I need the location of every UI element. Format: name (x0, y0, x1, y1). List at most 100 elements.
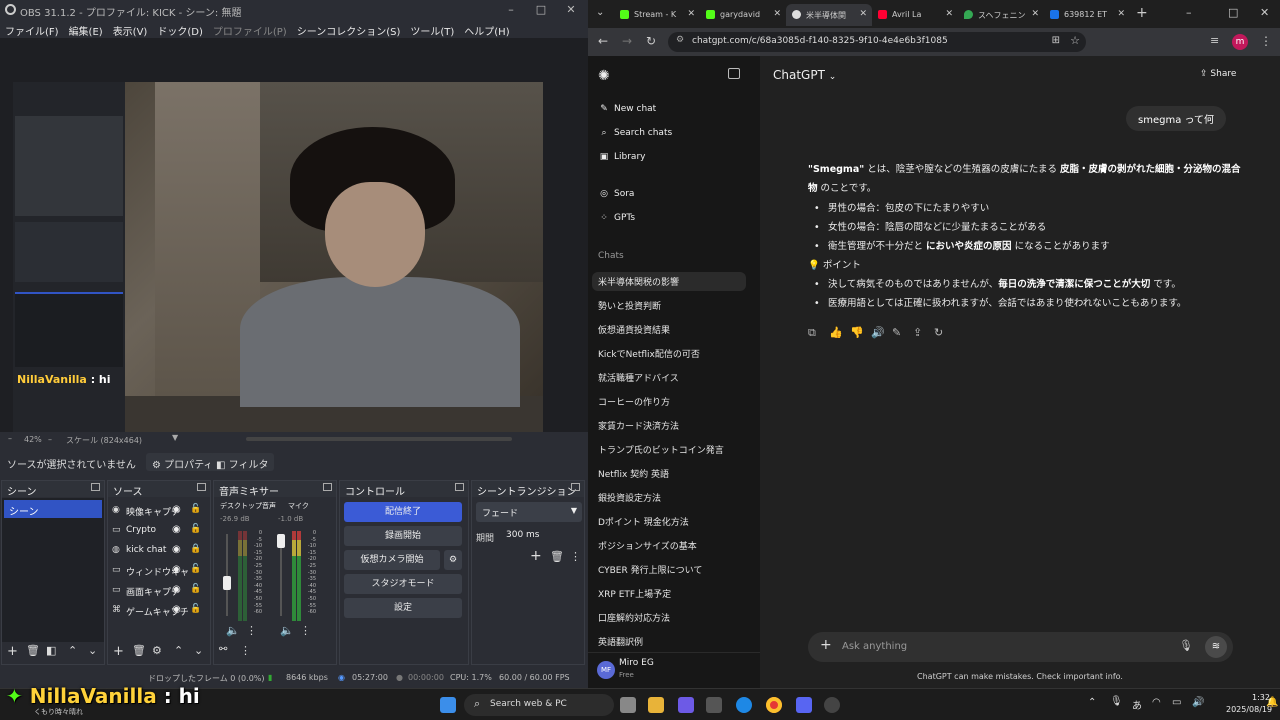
thumbs-up-icon[interactable]: 👍 (829, 326, 843, 339)
chat-history-item[interactable]: CYBER 発行上限について (598, 563, 748, 576)
volume-icon[interactable]: 🔊 (1192, 697, 1204, 708)
openai-logo-icon[interactable]: ✺ (598, 68, 610, 84)
obs-taskbar-icon[interactable] (824, 697, 840, 713)
up-icon[interactable]: ⌃ (174, 644, 183, 657)
model-selector[interactable]: ChatGPT ⌄ (773, 68, 836, 82)
prompt-input[interactable]: Ask anything (842, 641, 907, 652)
eye-icon[interactable]: ◉ (172, 584, 181, 595)
browser-tab[interactable]: スヘフェニン ✕ (958, 4, 1044, 26)
minimize-icon[interactable]: – (500, 2, 522, 18)
dock-undock-icon[interactable] (455, 483, 464, 491)
source-row[interactable]: ▭ ウィンドウキャ ◉ 🔓 (110, 562, 206, 580)
ime-icon[interactable]: あ (1132, 697, 1142, 712)
chat-history-item[interactable]: 勢いと投資判断 (598, 299, 748, 312)
edge-icon[interactable] (736, 697, 752, 713)
discord-icon[interactable] (796, 697, 812, 713)
trash-icon[interactable]: 🗑 (132, 644, 146, 657)
eye-icon[interactable]: ◉ (172, 604, 181, 615)
down-icon[interactable]: ⌄ (88, 644, 97, 657)
chat-history-item[interactable]: 銀投資設定方法 (598, 491, 748, 504)
add-attachment-icon[interactable]: + (820, 637, 832, 653)
eye-icon[interactable]: ◉ (172, 504, 181, 515)
close-icon[interactable]: ✕ (773, 9, 781, 19)
close-icon[interactable]: ✕ (560, 2, 582, 18)
source-row[interactable]: ▭ Crypto ◉ 🔓 (110, 522, 206, 540)
taskbar-search[interactable]: ⌕ Search web & PC (464, 694, 614, 716)
copy-icon[interactable]: ⧉ (808, 326, 816, 340)
minimize-icon[interactable]: – (1186, 6, 1192, 19)
tray-chevron-icon[interactable]: ⌃ (1088, 697, 1096, 708)
source-row[interactable]: ◍ kick chat ◉ 🔒 (110, 542, 206, 560)
speaker-icon[interactable]: 🔈 (280, 624, 294, 637)
copilot-icon[interactable] (678, 697, 694, 713)
chat-history-item[interactable]: 仮想通貨投資結果 (598, 323, 748, 336)
dock-undock-icon[interactable] (197, 483, 206, 491)
start-recording-button[interactable]: 録画開始 (344, 526, 462, 546)
chat-history-item[interactable]: 就活職種アドバイス (598, 371, 748, 384)
chat-history-item[interactable]: Netflix 契約 英語 (598, 467, 748, 480)
lock-icon[interactable]: 🔓 (190, 524, 201, 534)
browser-tab-active[interactable]: 米半導体関 ✕ (786, 4, 872, 26)
microphone-tray-icon[interactable]: 🎙 (1110, 696, 1123, 707)
lock-icon[interactable]: 🔓 (190, 564, 201, 574)
microphone-icon[interactable]: 🎙 (1179, 639, 1193, 652)
maximize-icon[interactable]: □ (1228, 6, 1238, 19)
lock-icon[interactable]: 🔓 (190, 604, 201, 614)
chat-history-item[interactable]: 米半導体関税の影響 (592, 272, 746, 291)
desktop-volume-slider[interactable] (223, 576, 231, 590)
kebab-menu-icon[interactable]: ⋮ (1260, 34, 1272, 48)
network-icon[interactable]: ▭ (1172, 697, 1181, 708)
close-icon[interactable]: ✕ (859, 9, 867, 19)
store-icon[interactable] (706, 697, 722, 713)
speaker-icon[interactable]: 🔈 (226, 624, 240, 637)
eye-icon[interactable]: ◉ (172, 564, 181, 575)
chat-history-item[interactable]: XRP ETF上場予定 (598, 587, 748, 600)
properties-button[interactable]: ⚙ プロパティ (146, 453, 220, 471)
kebab-icon[interactable]: ⋮ (570, 550, 581, 563)
down-icon[interactable]: ⌄ (194, 644, 203, 657)
stop-stream-button[interactable]: 配信終了 (344, 502, 462, 522)
close-icon[interactable]: ✕ (945, 9, 953, 19)
composer[interactable]: + Ask anything 🎙 ≋ (808, 632, 1233, 662)
preview-scrollbar[interactable] (246, 437, 512, 441)
browser-tab[interactable]: garydavid ✕ (700, 4, 786, 26)
zoom-out-icon[interactable]: – (8, 434, 12, 443)
close-icon[interactable]: ✕ (1031, 9, 1039, 19)
share-icon[interactable]: ⇪ (913, 326, 922, 339)
thumbs-down-icon[interactable]: 👎 (850, 326, 864, 339)
settings-button[interactable]: 設定 (344, 598, 462, 618)
zoom-in-icon[interactable]: – (48, 435, 52, 444)
source-row[interactable]: ⌘ ゲームキャプチ ◉ 🔓 (110, 602, 206, 620)
read-aloud-icon[interactable]: 🔊 (871, 326, 885, 339)
gear-icon[interactable]: ⚙ (152, 644, 162, 657)
lock-icon[interactable]: 🔓 (190, 584, 201, 594)
site-info-icon[interactable]: ⚙ (676, 35, 684, 45)
maximize-icon[interactable]: □ (530, 2, 552, 18)
close-icon[interactable]: ✕ (1260, 6, 1269, 19)
sidebar-toggle-icon[interactable] (728, 68, 740, 79)
lock-icon[interactable]: 🔓 (190, 504, 201, 514)
chat-history-item[interactable]: KickでNetflix配信の可否 (598, 347, 748, 360)
edit-icon[interactable]: ✎ (892, 326, 901, 339)
eye-icon[interactable]: ◉ (172, 544, 181, 555)
tab-organizer-icon[interactable]: ≡ (1210, 34, 1219, 47)
file-explorer-icon[interactable] (648, 697, 664, 713)
user-menu[interactable]: MF Miro EG Free (588, 652, 760, 688)
up-icon[interactable]: ⌃ (68, 644, 77, 657)
notification-icon[interactable]: 🔔 (1266, 697, 1278, 708)
reload-icon[interactable]: ↻ (646, 34, 656, 48)
start-icon[interactable] (440, 697, 456, 713)
dock-undock-icon[interactable] (323, 483, 332, 491)
add-icon[interactable]: + (113, 644, 124, 659)
share-button[interactable]: ⇪ Share (1200, 69, 1236, 79)
close-icon[interactable]: ✕ (1117, 9, 1125, 19)
add-icon[interactable]: + (530, 548, 542, 564)
browser-tab[interactable]: 639812 ET ✕ (1044, 4, 1130, 26)
close-icon[interactable]: ✕ (687, 9, 695, 19)
task-view-icon[interactable] (620, 697, 636, 713)
chat-history-item[interactable]: Dポイント 現金化方法 (598, 515, 748, 528)
url-field[interactable]: ⚙ chatgpt.com/c/68a3085d-f140-8325-9f10-… (668, 32, 1086, 52)
tab-search-icon[interactable]: ⌄ (596, 7, 604, 18)
voice-mode-icon[interactable]: ≋ (1205, 636, 1227, 658)
virtual-camera-settings-button[interactable]: ⚙ (444, 550, 462, 570)
